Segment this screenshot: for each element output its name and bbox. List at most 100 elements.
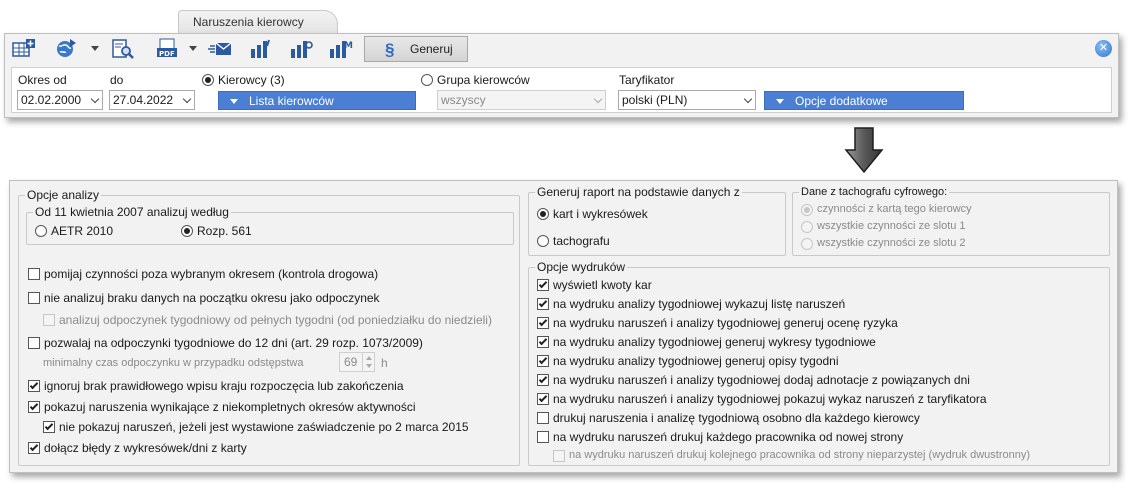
since-2007-group: Od 11 kwietnia 2007 analizuj według AETR… <box>26 205 514 245</box>
digital-tacho-title: Dane z tachografu cyfrowego: <box>799 185 950 199</box>
no-missing-data-rest-label: nie analizuj braku danych na początku ok… <box>44 291 380 305</box>
rozp-561-radio[interactable] <box>181 225 193 237</box>
print-options-title: Opcje wydruków <box>535 260 628 274</box>
related-days-notes-checkbox[interactable] <box>537 374 549 386</box>
driver-group-select[interactable]: wszyscy <box>437 90 606 110</box>
risk-assessment-checkbox[interactable] <box>537 317 549 329</box>
period-to-value: 27.04.2022 <box>113 93 174 107</box>
digital-slot2-radio[interactable] <box>801 238 813 250</box>
skip-outside-period-checkbox[interactable] <box>28 268 40 280</box>
add-table-icon[interactable] <box>11 37 37 61</box>
full-weeks-rest-label: analizuj odpoczynek tygodniowy od pełnyc… <box>59 313 492 327</box>
dropdown-arrow-icon <box>230 99 238 104</box>
check-icon <box>29 401 39 411</box>
odd-page-duplex-checkbox[interactable] <box>553 450 565 462</box>
weekly-rest-12-days-label: pozwalaj na odpoczynki tygodniowe do 12 … <box>44 336 423 350</box>
odd-page-duplex-label: na wydruku naruszeń drukuj kolejnego pra… <box>569 449 1031 461</box>
generate-label: Generuj <box>410 42 453 56</box>
svg-text:PDF: PDF <box>159 50 175 58</box>
digital-slot1-radio[interactable] <box>801 221 813 233</box>
tab-label: Naruszenia kierowcy <box>193 15 304 29</box>
period-from-input[interactable]: 02.02.2000 <box>17 90 103 110</box>
source-tacho-label: tachografu <box>553 234 610 248</box>
chart-m-icon[interactable]: M <box>327 37 353 61</box>
globe-icon[interactable] <box>53 37 79 61</box>
extra-options-button[interactable]: Opcje dodatkowe <box>764 91 964 110</box>
chart-alt-icon[interactable] <box>288 37 314 61</box>
stepper-arrows-icon[interactable] <box>362 353 374 371</box>
tab-driver-violations[interactable]: Naruszenia kierowcy <box>178 10 338 34</box>
certificate-after-2015-checkbox[interactable] <box>43 421 55 433</box>
drivers-list-label: Lista kierowców <box>249 94 334 108</box>
source-cards-label: kart i wykresówek <box>553 207 648 221</box>
min-rest-stepper[interactable]: 69 <box>339 352 375 372</box>
tariff-select[interactable]: polski (PLN) <box>618 90 756 110</box>
data-source-title: Generuj raport na podstawie danych z <box>535 185 742 199</box>
extra-options-label: Opcje dodatkowe <box>795 94 888 108</box>
ignore-country-entry-label: ignoruj brak prawidłowego wpisu kraju ro… <box>44 379 404 393</box>
full-weeks-rest-checkbox[interactable] <box>43 314 55 326</box>
period-from-value: 02.02.2000 <box>21 93 82 107</box>
digital-driver-card-label: czynności z kartą tego kierowcy <box>817 203 972 215</box>
skip-outside-period-label: pomijaj czynności poza wybranym okresem … <box>44 267 379 281</box>
tariff-violations-list-checkbox[interactable] <box>537 393 549 405</box>
aetr-label: AETR 2010 <box>51 224 114 238</box>
check-icon <box>538 317 548 327</box>
paragraph-icon: § <box>385 40 395 59</box>
min-rest-value: 69 <box>344 355 358 369</box>
tariff-violations-list-label: na wydruku naruszeń i analizy tygodniowe… <box>553 392 987 406</box>
new-page-per-employee-label: na wydruku naruszeń drukuj każdego praco… <box>553 430 904 444</box>
email-icon[interactable] <box>207 37 233 61</box>
no-missing-data-rest-checkbox[interactable] <box>28 292 40 304</box>
min-rest-label: minimalny czas odpoczynku w przypadku od… <box>43 357 304 369</box>
chevron-down-icon <box>593 94 603 104</box>
data-source-group: Generuj raport na podstawie danych z kar… <box>528 185 786 256</box>
weekly-violations-list-label: na wydruku analizy tygodniowej wykazuj l… <box>553 297 846 311</box>
weekly-charts-label: na wydruku analizy tygodniowej generuj w… <box>553 335 876 349</box>
check-icon <box>44 421 54 431</box>
certificate-after-2015-label: nie pokazuj naruszeń, jeżeli jest wystaw… <box>59 420 469 434</box>
pdf-icon[interactable]: PDF <box>155 37 181 61</box>
tariff-label: Taryfikator <box>619 73 675 87</box>
generate-button[interactable]: § Generuj <box>364 36 468 62</box>
check-icon <box>538 336 548 346</box>
print-per-driver-checkbox[interactable] <box>537 412 549 424</box>
attach-errors-checkbox[interactable] <box>28 442 40 454</box>
chart-icon[interactable] <box>248 37 274 61</box>
ignore-country-entry-checkbox[interactable] <box>28 380 40 392</box>
toolbar: PDF M § Generuj ✕ <box>5 34 1118 64</box>
chevron-down-icon[interactable] <box>189 46 197 51</box>
source-cards-radio[interactable] <box>537 208 549 220</box>
new-page-per-employee-checkbox[interactable] <box>537 431 549 443</box>
show-penalties-checkbox[interactable] <box>537 279 549 291</box>
period-to-input[interactable]: 27.04.2022 <box>109 90 195 110</box>
week-descriptions-checkbox[interactable] <box>537 355 549 367</box>
weekly-violations-list-checkbox[interactable] <box>537 298 549 310</box>
show-penalties-label: wyświetl kwoty kar <box>553 278 652 292</box>
drivers-radio-label: Kierowcy (3) <box>218 73 285 87</box>
period-from-label: Okres od <box>18 73 67 87</box>
incomplete-activity-label: pokazuj naruszenia wynikające z niekompl… <box>44 400 416 414</box>
weekly-rest-12-days-checkbox[interactable] <box>28 337 40 349</box>
digital-slot2-label: wszystkie czynności ze slotu 2 <box>817 237 966 249</box>
check-icon <box>538 355 548 365</box>
dropdown-arrow-icon <box>776 99 784 104</box>
driver-group-radio[interactable] <box>421 74 433 86</box>
print-options-group: Opcje wydruków wyświetl kwoty kar na wyd… <box>528 260 1110 466</box>
aetr-radio[interactable] <box>35 225 47 237</box>
options-panel: Opcje analizy Od 11 kwietnia 2007 analiz… <box>9 180 1118 473</box>
drivers-list-button[interactable]: Lista kierowców <box>218 91 416 110</box>
check-icon <box>538 374 548 384</box>
drivers-radio[interactable] <box>202 74 214 86</box>
chevron-down-icon[interactable] <box>91 46 99 51</box>
digital-driver-card-radio[interactable] <box>801 204 813 216</box>
weekly-charts-checkbox[interactable] <box>537 336 549 348</box>
chevron-down-icon <box>90 94 100 104</box>
search-report-icon[interactable] <box>110 37 136 61</box>
period-to-label: do <box>110 73 124 87</box>
close-icon[interactable]: ✕ <box>1095 40 1112 57</box>
print-per-driver-label: drukuj naruszenia i analizę tygodniową o… <box>553 411 920 425</box>
source-tacho-radio[interactable] <box>537 235 549 247</box>
analysis-options-title: Opcje analizy <box>25 188 102 202</box>
incomplete-activity-checkbox[interactable] <box>28 401 40 413</box>
